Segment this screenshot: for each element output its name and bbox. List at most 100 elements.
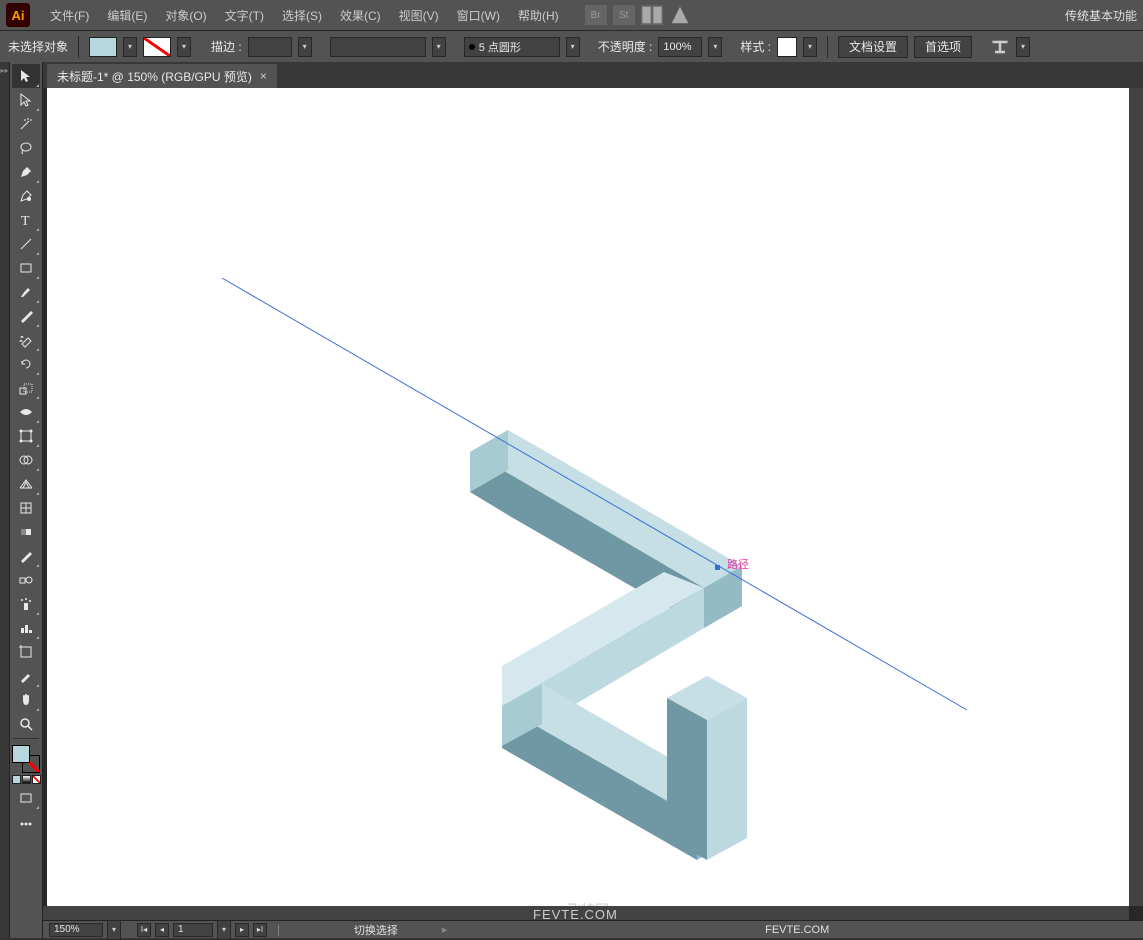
watermark-text-2: FEVTE.COM bbox=[533, 907, 618, 922]
document-tab-title: 未标题-1* @ 150% (RGB/GPU 预览) bbox=[57, 68, 252, 85]
brush-select[interactable]: 5 点圆形 bbox=[464, 37, 560, 57]
graphic-style-dropdown[interactable] bbox=[803, 37, 817, 57]
brush-value-label: 5 点圆形 bbox=[479, 39, 521, 55]
stroke-swatch[interactable] bbox=[143, 37, 171, 57]
menu-file[interactable]: 文件(F) bbox=[42, 3, 97, 28]
canvas-viewport[interactable]: 路径 飞特网 FEVTE.COM bbox=[43, 88, 1143, 920]
color-mode-gradient[interactable] bbox=[22, 775, 31, 784]
toolbox: T bbox=[10, 62, 43, 938]
menu-edit[interactable]: 编辑(E) bbox=[99, 3, 155, 28]
gpu-icon[interactable] bbox=[669, 5, 691, 25]
opacity-dropdown[interactable] bbox=[708, 37, 722, 57]
color-mode-none[interactable] bbox=[32, 775, 41, 784]
artboard[interactable]: 路径 飞特网 bbox=[47, 88, 1129, 906]
opacity-input[interactable] bbox=[658, 37, 702, 57]
direct-selection-tool[interactable] bbox=[12, 88, 40, 112]
menu-help[interactable]: 帮助(H) bbox=[510, 3, 567, 28]
column-graph-tool[interactable] bbox=[12, 616, 40, 640]
line-tool[interactable] bbox=[12, 232, 40, 256]
symbol-sprayer-tool[interactable] bbox=[12, 592, 40, 616]
perspective-grid-tool[interactable] bbox=[12, 472, 40, 496]
zoom-tool[interactable] bbox=[12, 712, 40, 736]
scale-tool[interactable] bbox=[12, 376, 40, 400]
smart-guide-label: 路径 bbox=[727, 556, 749, 572]
stroke-weight-dropdown[interactable] bbox=[298, 37, 312, 57]
color-mode-solid[interactable] bbox=[12, 775, 21, 784]
gradient-tool[interactable] bbox=[12, 520, 40, 544]
graphic-style-swatch[interactable] bbox=[777, 37, 797, 57]
selection-status-label: 未选择对象 bbox=[8, 38, 68, 55]
eraser-tool[interactable] bbox=[12, 328, 40, 352]
first-artboard-button[interactable]: I◂ bbox=[137, 923, 151, 937]
shape-builder-tool[interactable] bbox=[12, 448, 40, 472]
stroke-dropdown[interactable] bbox=[177, 37, 191, 57]
rotate-tool[interactable] bbox=[12, 352, 40, 376]
stroke-profile-dropdown[interactable] bbox=[432, 37, 446, 57]
menu-type[interactable]: 文字(T) bbox=[217, 3, 272, 28]
slice-tool[interactable] bbox=[12, 664, 40, 688]
document-tab[interactable]: 未标题-1* @ 150% (RGB/GPU 预览) × bbox=[47, 64, 277, 88]
magic-wand-tool[interactable] bbox=[12, 112, 40, 136]
menu-effect[interactable]: 效果(C) bbox=[332, 3, 389, 28]
panel-collapse-left[interactable]: ▸▸ bbox=[0, 62, 10, 938]
menu-object[interactable]: 对象(O) bbox=[157, 3, 214, 28]
selection-mode-label: 切换选择 bbox=[354, 922, 398, 938]
workspace-switcher[interactable]: 传统基本功能 bbox=[1065, 7, 1137, 24]
hand-tool[interactable] bbox=[12, 688, 40, 712]
free-transform-tool[interactable] bbox=[12, 424, 40, 448]
preferences-button[interactable]: 首选项 bbox=[914, 36, 972, 58]
blend-tool[interactable] bbox=[12, 568, 40, 592]
brush-dropdown[interactable] bbox=[566, 37, 580, 57]
document-setup-button[interactable]: 文档设置 bbox=[838, 36, 908, 58]
eyedropper-tool[interactable] bbox=[12, 544, 40, 568]
color-controls bbox=[10, 741, 42, 840]
style-label: 样式 : bbox=[740, 38, 771, 55]
stock-icon[interactable]: St bbox=[613, 5, 635, 25]
fill-stroke-indicator[interactable] bbox=[12, 745, 40, 773]
prev-artboard-button[interactable]: ◂ bbox=[155, 923, 169, 937]
artboard-number-input[interactable] bbox=[173, 923, 213, 937]
vertical-scrollbar[interactable] bbox=[1129, 88, 1143, 906]
edit-toolbar-button[interactable] bbox=[12, 812, 40, 836]
type-tool[interactable]: T bbox=[12, 208, 40, 232]
paintbrush-tool[interactable] bbox=[12, 280, 40, 304]
align-icon[interactable] bbox=[990, 37, 1010, 57]
close-tab-button[interactable]: × bbox=[260, 69, 267, 83]
zoom-dropdown[interactable] bbox=[107, 920, 121, 940]
menu-window[interactable]: 窗口(W) bbox=[449, 3, 508, 28]
width-tool[interactable] bbox=[12, 400, 40, 424]
align-dropdown[interactable] bbox=[1016, 37, 1030, 57]
path-anchor-icon bbox=[715, 565, 720, 570]
arrange-docs-icon[interactable] bbox=[641, 5, 663, 25]
status-bar: I◂ ◂ ▸ ▸I | 切换选择 ▸ FEVTE.COM bbox=[43, 920, 1143, 938]
stroke-weight-input[interactable] bbox=[248, 37, 292, 57]
pen-tool[interactable] bbox=[12, 160, 40, 184]
rectangle-tool[interactable] bbox=[12, 256, 40, 280]
artboard-dropdown[interactable] bbox=[217, 920, 231, 940]
lasso-tool[interactable] bbox=[12, 136, 40, 160]
menu-select[interactable]: 选择(S) bbox=[274, 3, 330, 28]
pencil-tool[interactable] bbox=[12, 304, 40, 328]
document-area: 未标题-1* @ 150% (RGB/GPU 预览) × bbox=[43, 62, 1143, 938]
curvature-tool[interactable] bbox=[12, 184, 40, 208]
stroke-weight-label: 描边 : bbox=[211, 38, 242, 55]
app-logo: Ai bbox=[6, 3, 30, 27]
artboard-tool[interactable] bbox=[12, 640, 40, 664]
menu-bar: Ai 文件(F) 编辑(E) 对象(O) 文字(T) 选择(S) 效果(C) 视… bbox=[0, 0, 1143, 30]
stroke-profile-select[interactable] bbox=[330, 37, 426, 57]
next-artboard-button[interactable]: ▸ bbox=[235, 923, 249, 937]
zoom-input[interactable] bbox=[49, 923, 103, 937]
menu-view[interactable]: 视图(V) bbox=[391, 3, 447, 28]
selection-tool[interactable] bbox=[12, 64, 40, 88]
screen-mode-tool[interactable] bbox=[12, 786, 40, 810]
svg-text:T: T bbox=[21, 214, 30, 228]
work-area: ▸▸ T bbox=[0, 62, 1143, 938]
bridge-icon[interactable]: Br bbox=[585, 5, 607, 25]
last-artboard-button[interactable]: ▸I bbox=[253, 923, 267, 937]
control-bar: 未选择对象 描边 : 5 点圆形 不透明度 : 样式 : 文档设置 首选项 bbox=[0, 30, 1143, 62]
fill-swatch[interactable] bbox=[89, 37, 117, 57]
mesh-tool[interactable] bbox=[12, 496, 40, 520]
guide-line bbox=[47, 88, 1129, 906]
status-watermark: FEVTE.COM bbox=[457, 924, 1137, 936]
fill-dropdown[interactable] bbox=[123, 37, 137, 57]
